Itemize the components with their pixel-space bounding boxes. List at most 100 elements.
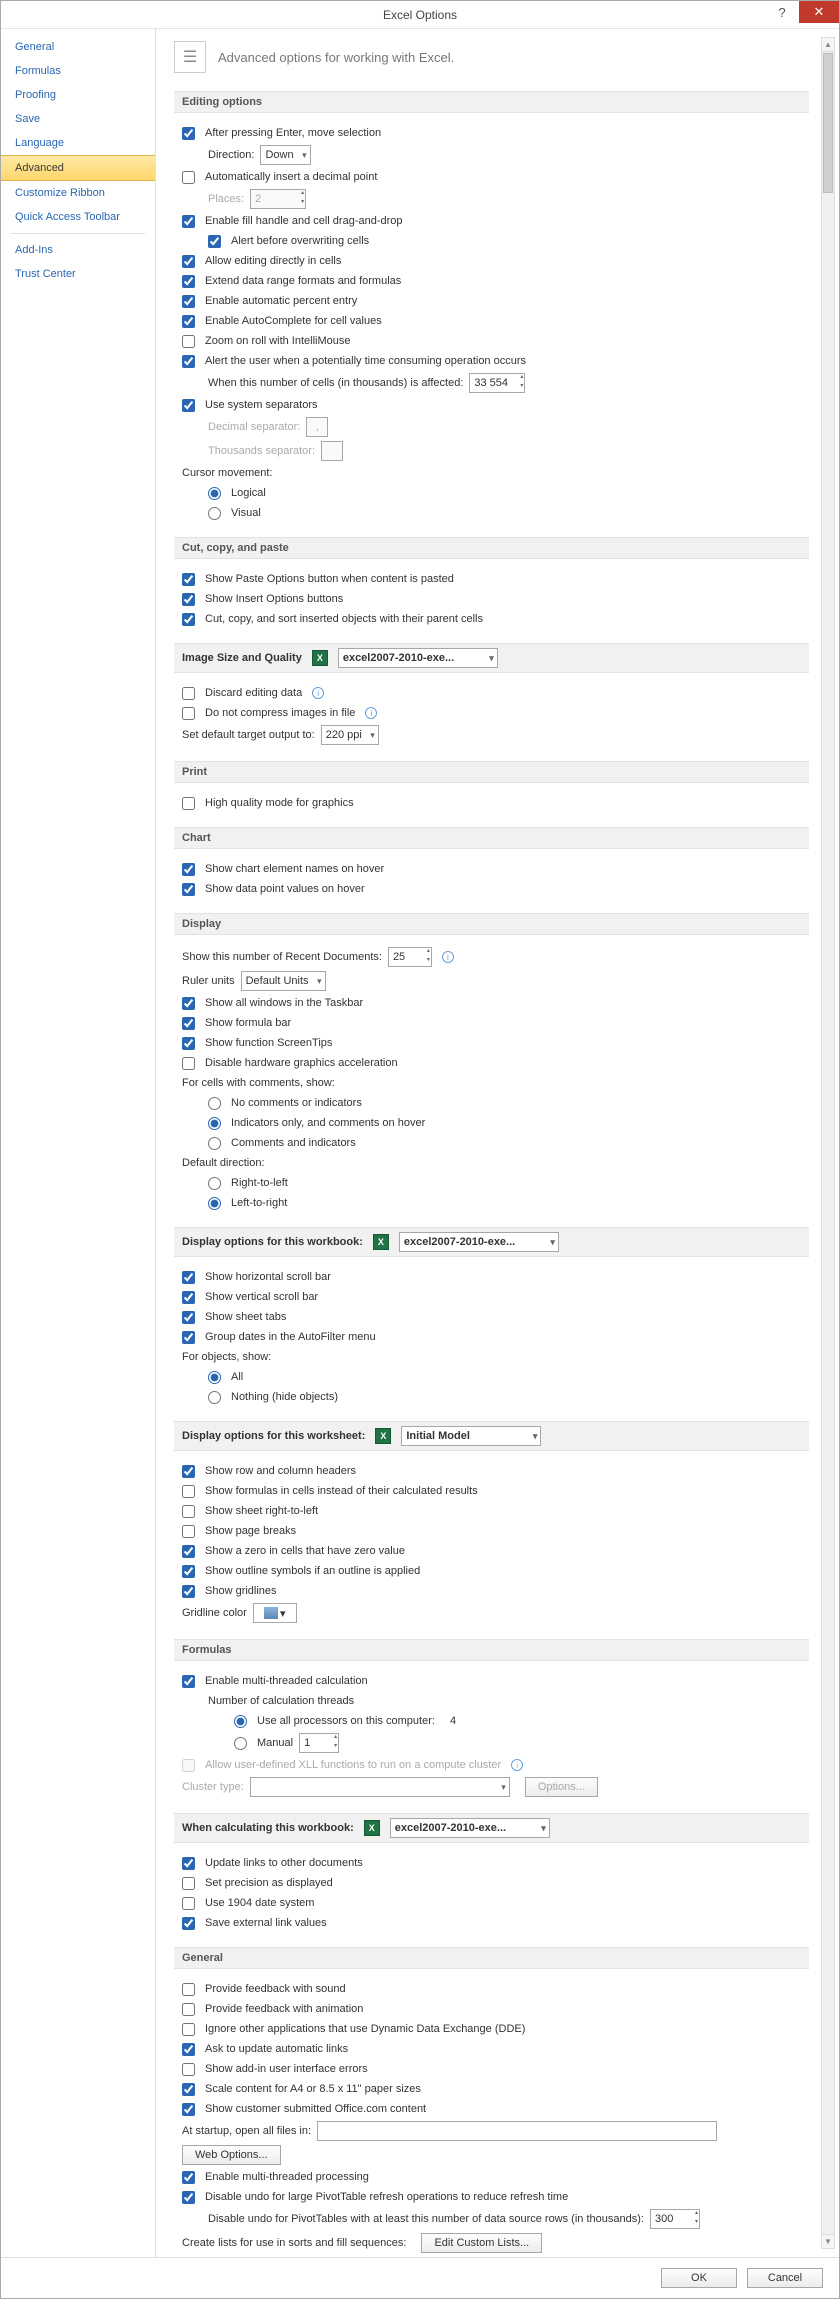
cb-sheet-tabs[interactable]: [182, 1311, 195, 1324]
cb-zero-val[interactable]: [182, 1545, 195, 1558]
cb-enter-move[interactable]: [182, 127, 195, 140]
combo-dispwb[interactable]: excel2007-2010-exe...: [399, 1232, 559, 1252]
ok-button[interactable]: OK: [661, 2268, 737, 2288]
num-disable-undo-rows[interactable]: [650, 2209, 700, 2229]
sidebar-item-general[interactable]: General: [1, 35, 155, 59]
cb-auto-decimal[interactable]: [182, 171, 195, 184]
radio-visual[interactable]: [208, 507, 221, 520]
cb-feedback-sound[interactable]: [182, 1983, 195, 1996]
cb-multi-thread[interactable]: [182, 1675, 195, 1688]
sidebar-item-trust-center[interactable]: Trust Center: [1, 262, 155, 286]
combo-image-workbook[interactable]: excel2007-2010-exe...: [338, 648, 498, 668]
cb-rowcol-head[interactable]: [182, 1465, 195, 1478]
radio-ind-only[interactable]: [208, 1117, 221, 1130]
cb-office-content[interactable]: [182, 2103, 195, 2116]
cb-hscroll[interactable]: [182, 1271, 195, 1284]
cb-insert-opts[interactable]: [182, 593, 195, 606]
cb-alert-time[interactable]: [182, 355, 195, 368]
cb-hq-print[interactable]: [182, 797, 195, 810]
cb-no-compress[interactable]: [182, 707, 195, 720]
cb-date1904[interactable]: [182, 1897, 195, 1910]
info-icon[interactable]: i: [312, 687, 324, 699]
sidebar-item-save[interactable]: Save: [1, 107, 155, 131]
cb-data-points[interactable]: [182, 883, 195, 896]
cb-gridlines[interactable]: [182, 1585, 195, 1598]
cb-vscroll[interactable]: [182, 1291, 195, 1304]
combo-direction[interactable]: Down: [260, 145, 310, 165]
sidebar-item-advanced[interactable]: Advanced: [1, 155, 155, 181]
cb-ignore-dde[interactable]: [182, 2023, 195, 2036]
radio-all-proc[interactable]: [234, 1715, 247, 1728]
cb-feedback-anim[interactable]: [182, 2003, 195, 2016]
combo-dispws[interactable]: Initial Model: [401, 1426, 541, 1446]
btn-web-options[interactable]: Web Options...: [182, 2145, 281, 2165]
cb-ext-link[interactable]: [182, 1917, 195, 1930]
cb-chart-names[interactable]: [182, 863, 195, 876]
cb-group-dates[interactable]: [182, 1331, 195, 1344]
radio-obj-all[interactable]: [208, 1371, 221, 1384]
cb-auto-percent[interactable]: [182, 295, 195, 308]
close-button[interactable]: ✕: [799, 1, 839, 23]
lbl-disable-undo-pivot: Disable undo for large PivotTable refres…: [205, 2191, 568, 2203]
radio-logical[interactable]: [208, 487, 221, 500]
radio-obj-nothing[interactable]: [208, 1391, 221, 1404]
scroll-up-icon[interactable]: ▲: [822, 38, 834, 52]
color-swatch-gridline[interactable]: ▾: [253, 1603, 297, 1623]
cb-update-links[interactable]: [182, 1857, 195, 1870]
scroll-down-icon[interactable]: ▼: [822, 2234, 834, 2248]
cb-show-formulas[interactable]: [182, 1485, 195, 1498]
input-startup-files[interactable]: [317, 2121, 717, 2141]
radio-no-comments[interactable]: [208, 1097, 221, 1110]
sidebar-item-language[interactable]: Language: [1, 131, 155, 155]
cb-all-windows[interactable]: [182, 997, 195, 1010]
combo-default-target[interactable]: 220 ppi: [321, 725, 379, 745]
cb-auto-complete[interactable]: [182, 315, 195, 328]
combo-ruler-units[interactable]: Default Units: [241, 971, 326, 991]
scroll-thumb[interactable]: [823, 53, 833, 193]
cb-sys-sep[interactable]: [182, 399, 195, 412]
cb-disable-undo-pivot[interactable]: [182, 2191, 195, 2204]
cb-extend-range[interactable]: [182, 275, 195, 288]
scrollbar[interactable]: ▲ ▼: [821, 37, 835, 2249]
btn-edit-custom-lists[interactable]: Edit Custom Lists...: [421, 2233, 542, 2253]
num-manual[interactable]: [299, 1733, 339, 1753]
info-icon[interactable]: i: [365, 707, 377, 719]
cancel-button[interactable]: Cancel: [747, 2268, 823, 2288]
cb-edit-in-cell[interactable]: [182, 255, 195, 268]
cb-disable-hw[interactable]: [182, 1057, 195, 1070]
cb-alert-overwrite[interactable]: [208, 235, 221, 248]
num-recent-docs[interactable]: [388, 947, 432, 967]
cb-discard-edit[interactable]: [182, 687, 195, 700]
cb-paste-opts[interactable]: [182, 573, 195, 586]
sidebar-item-formulas[interactable]: Formulas: [1, 59, 155, 83]
cb-page-breaks[interactable]: [182, 1525, 195, 1538]
cb-outline-sym[interactable]: [182, 1565, 195, 1578]
cb-sheet-rtl[interactable]: [182, 1505, 195, 1518]
cb-cut-copy-parent[interactable]: [182, 613, 195, 626]
excel-icon: X: [312, 650, 328, 666]
cb-screen-tips[interactable]: [182, 1037, 195, 1050]
sidebar-item-proofing[interactable]: Proofing: [1, 83, 155, 107]
radio-rtl[interactable]: [208, 1177, 221, 1190]
cb-scale-a4[interactable]: [182, 2083, 195, 2096]
sidebar-item-qat[interactable]: Quick Access Toolbar: [1, 205, 155, 229]
cb-formula-bar[interactable]: [182, 1017, 195, 1030]
cb-addin-err[interactable]: [182, 2063, 195, 2076]
lbl-sheet-rtl: Show sheet right-to-left: [205, 1505, 318, 1517]
cb-zoom-roll[interactable]: [182, 335, 195, 348]
radio-comm-ind[interactable]: [208, 1137, 221, 1150]
cb-ask-update[interactable]: [182, 2043, 195, 2056]
cb-precision[interactable]: [182, 1877, 195, 1890]
lbl-rowcol-head: Show row and column headers: [205, 1465, 356, 1477]
sidebar-item-customize-ribbon[interactable]: Customize Ribbon: [1, 181, 155, 205]
radio-ltr[interactable]: [208, 1197, 221, 1210]
combo-calcwb[interactable]: excel2007-2010-exe...: [390, 1818, 550, 1838]
cb-multi-proc[interactable]: [182, 2171, 195, 2184]
info-icon[interactable]: i: [442, 951, 454, 963]
lbl-show-formulas: Show formulas in cells instead of their …: [205, 1485, 478, 1497]
help-button[interactable]: ?: [765, 1, 799, 23]
radio-manual[interactable]: [234, 1737, 247, 1750]
num-cells[interactable]: [469, 373, 525, 393]
cb-fill-handle[interactable]: [182, 215, 195, 228]
sidebar-item-addins[interactable]: Add-Ins: [1, 238, 155, 262]
